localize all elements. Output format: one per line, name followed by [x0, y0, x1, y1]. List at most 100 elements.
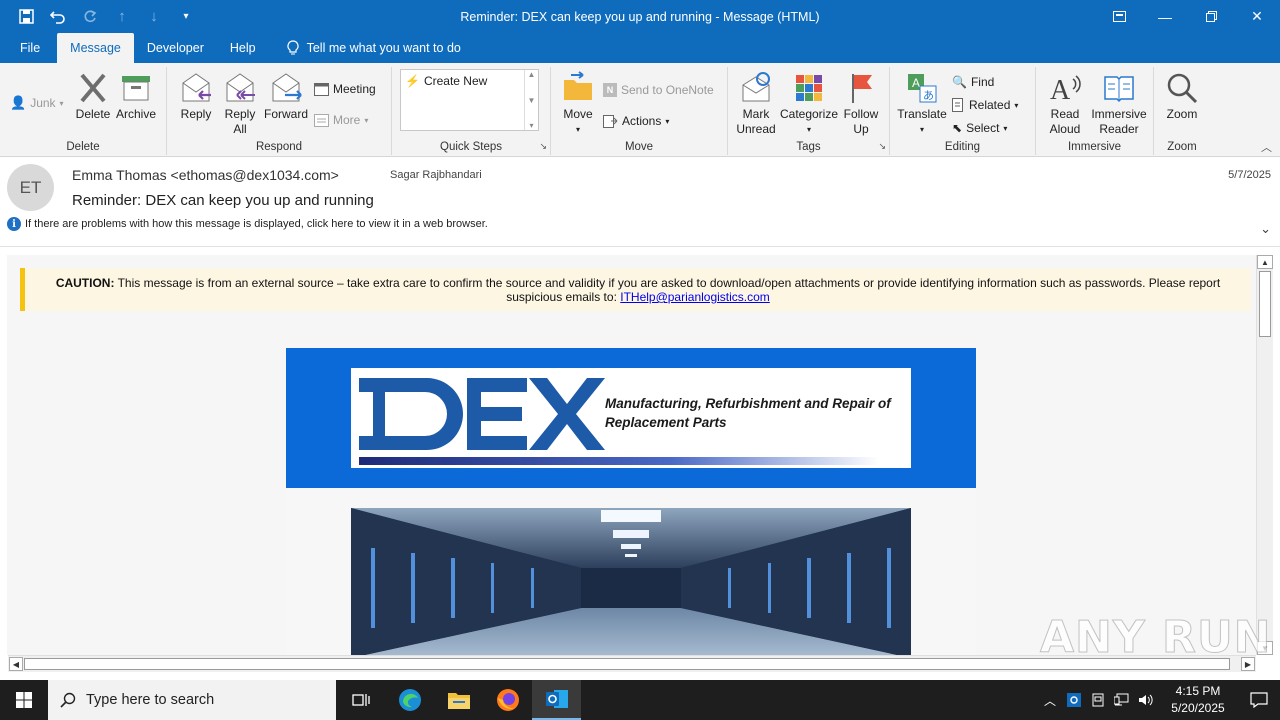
save-icon[interactable]	[12, 2, 40, 31]
tell-me-label: Tell me what you want to do	[306, 41, 461, 55]
scroll-up-icon[interactable]: ▲	[528, 70, 536, 79]
quick-steps-launcher-icon[interactable]: ↘	[539, 141, 547, 152]
related-icon	[952, 98, 963, 112]
search-icon	[60, 692, 76, 708]
edge-browser-icon[interactable]	[385, 680, 434, 720]
expand-header-icon[interactable]: ⌄	[1260, 221, 1271, 237]
window-controls: — ✕	[1096, 0, 1280, 33]
immersive-reader-icon	[1104, 76, 1134, 103]
mark-unread-button[interactable]: Mark Unread	[734, 71, 778, 137]
categorize-icon	[796, 75, 822, 101]
group-quick-steps: ⚡ Create New ▲ ▼ ▾ Quick Steps ↘	[392, 67, 551, 155]
task-view-icon[interactable]	[336, 680, 385, 720]
related-button[interactable]: Related ▾	[952, 98, 1018, 112]
immersive-label-1: Immersive	[1091, 107, 1147, 121]
ribbon-display-options-icon[interactable]	[1096, 0, 1142, 33]
volume-icon[interactable]	[1134, 693, 1158, 707]
find-button[interactable]: 🔍 Find	[952, 75, 994, 89]
file-explorer-icon[interactable]	[434, 680, 483, 720]
tags-launcher-icon[interactable]: ↘	[878, 141, 886, 152]
quick-access-toolbar: ↑ ↓ ▾	[0, 2, 200, 31]
reply-icon	[182, 73, 211, 102]
vertical-scrollbar[interactable]: ▲ ▼	[1256, 255, 1273, 655]
caution-label: CAUTION:	[55, 276, 115, 290]
reply-button[interactable]: Reply	[177, 71, 215, 122]
more-respond-button[interactable]: More ▾	[314, 113, 368, 127]
group-delete-label: Delete	[66, 141, 100, 153]
select-button[interactable]: ⬉ Select ▾	[952, 121, 1007, 135]
taskbar-search[interactable]: Type here to search	[48, 680, 336, 720]
scroll-down-icon[interactable]: ▼	[528, 96, 536, 105]
reply-all-button[interactable]: Reply All	[221, 71, 259, 137]
actions-button[interactable]: Actions ▾	[603, 114, 669, 128]
logo-gradient-bar	[359, 457, 879, 465]
maximize-icon[interactable]	[1188, 0, 1234, 33]
close-icon[interactable]: ✕	[1234, 0, 1280, 33]
clock-date: 5/20/2025	[1171, 701, 1225, 715]
translate-button[interactable]: Aあ Translate ▾	[897, 71, 947, 137]
scroll-left-arrow-icon[interactable]: ◀	[9, 657, 23, 671]
tab-file[interactable]: File	[0, 33, 53, 63]
firefox-icon[interactable]	[483, 680, 532, 720]
previous-item-icon[interactable]: ↑	[108, 2, 136, 31]
svg-text:あ: あ	[923, 89, 934, 102]
junk-button[interactable]: 👤 Junk ▾	[10, 95, 64, 111]
start-button[interactable]	[0, 680, 48, 720]
meeting-button[interactable]: Meeting	[314, 82, 376, 96]
quick-step-create-new[interactable]: ⚡ Create New	[405, 74, 487, 88]
quick-steps-gallery: ⚡ Create New ▲ ▼ ▾	[400, 69, 539, 131]
group-zoom: Zoom Zoom	[1154, 67, 1210, 155]
network-icon[interactable]	[1110, 693, 1134, 707]
archive-icon	[122, 76, 150, 101]
undo-icon[interactable]	[44, 2, 72, 31]
avatar[interactable]: ET	[7, 164, 54, 211]
immersive-reader-button[interactable]: Immersive Reader	[1090, 71, 1148, 137]
actions-icon	[603, 115, 618, 128]
forward-button[interactable]: Forward	[263, 71, 309, 122]
delete-label: Delete	[75, 107, 111, 121]
categorize-button[interactable]: Categorize ▾	[780, 71, 838, 137]
outlook-tray-icon[interactable]	[1062, 693, 1086, 707]
tab-message[interactable]: Message	[57, 33, 134, 63]
expand-gallery-icon[interactable]: ▾	[529, 121, 533, 130]
collapse-ribbon-icon[interactable]: ︿	[1261, 139, 1272, 155]
follow-up-button[interactable]: Follow Up	[840, 71, 882, 137]
message-body: CAUTION: This message is from an externa…	[7, 255, 1256, 655]
send-to-onenote-button[interactable]: N Send to OneNote	[603, 83, 714, 97]
anyrun-watermark: ANY RUN	[1040, 612, 1272, 664]
vertical-scroll-thumb[interactable]	[1259, 271, 1271, 337]
sender[interactable]: Emma Thomas <ethomas@dex1034.com>	[72, 167, 339, 183]
lightbulb-icon	[287, 40, 299, 55]
archive-button[interactable]: Archive	[115, 71, 157, 122]
system-tray: ︿ 4:15 PM 5/20/2025	[1038, 680, 1280, 720]
tab-developer[interactable]: Developer	[134, 33, 217, 63]
move-label: Move	[563, 107, 593, 121]
message-header: ET Emma Thomas <ethomas@dex1034.com> Sag…	[0, 157, 1280, 247]
meeting-label: Meeting	[333, 82, 376, 96]
categorize-label: Categorize	[779, 107, 839, 121]
sent-date: 5/7/2025	[1228, 169, 1271, 181]
redo-icon[interactable]	[76, 2, 104, 31]
minimize-icon[interactable]: —	[1142, 0, 1188, 33]
notification-center-icon[interactable]	[1238, 692, 1280, 708]
clock[interactable]: 4:15 PM 5/20/2025	[1158, 683, 1238, 717]
caution-email-link[interactable]: ITHelp@parianlogistics.com	[620, 290, 770, 304]
next-item-icon[interactable]: ↓	[140, 2, 168, 31]
read-aloud-button[interactable]: A Read Aloud	[1044, 71, 1086, 137]
recipient[interactable]: Sagar Rajbhandari	[390, 169, 482, 181]
scroll-up-arrow-icon[interactable]: ▲	[1257, 255, 1273, 269]
outlook-taskbar-icon[interactable]	[532, 680, 581, 720]
device-icon[interactable]	[1086, 693, 1110, 707]
tab-help[interactable]: Help	[217, 33, 269, 63]
find-label: Find	[970, 75, 995, 89]
delete-button[interactable]: Delete	[73, 71, 113, 122]
zoom-button[interactable]: Zoom	[1162, 71, 1202, 122]
customize-toolbar-icon[interactable]: ▾	[172, 2, 200, 31]
windows-icon	[16, 692, 32, 708]
translate-label: Translate	[897, 107, 947, 121]
move-button[interactable]: Move ▾	[559, 71, 597, 137]
info-bar[interactable]: i If there are problems with how this me…	[7, 217, 488, 231]
chevron-up-icon[interactable]: ︿	[1038, 692, 1062, 709]
tell-me-box[interactable]: Tell me what you want to do	[269, 33, 461, 63]
reply-all-label-2: All	[233, 122, 247, 136]
